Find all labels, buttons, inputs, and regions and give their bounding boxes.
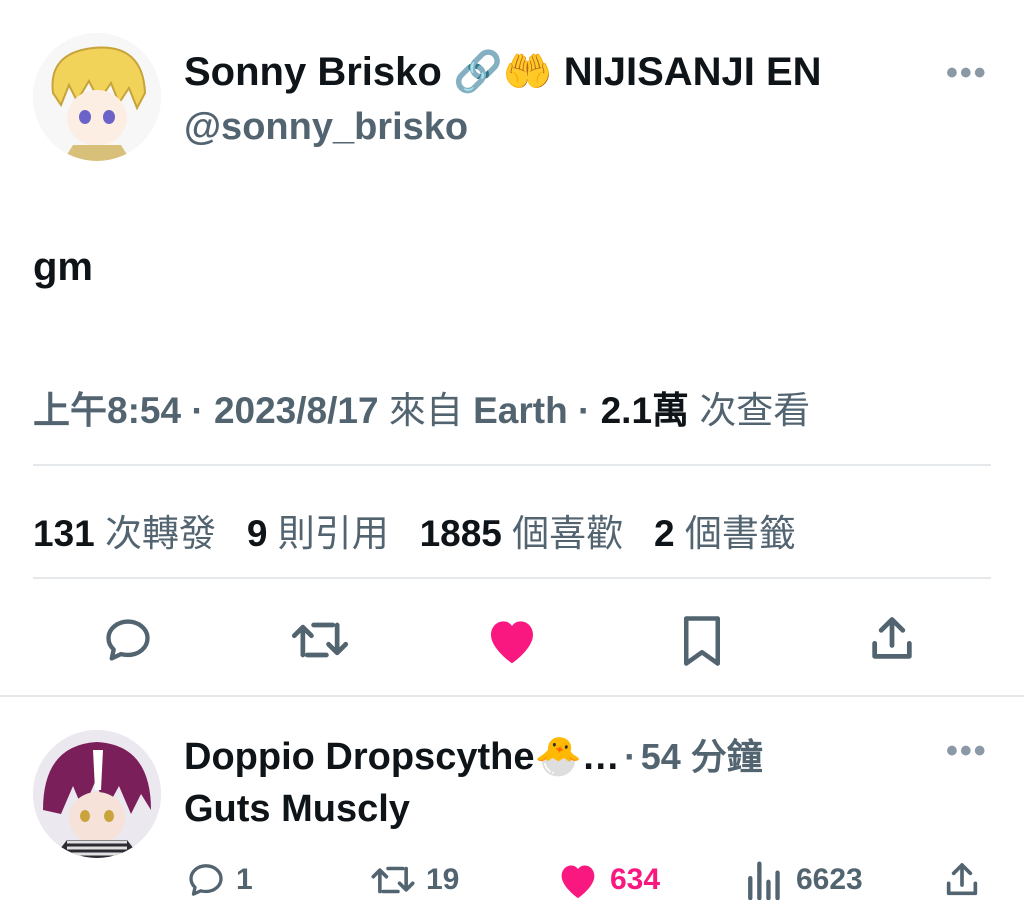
divider [33,464,991,466]
bookmark-icon[interactable] [680,614,724,668]
author-affiliation: NIJISANJI EN [563,50,822,94]
like-count: 634 [610,863,661,896]
likes-stat[interactable]: 1885 個喜歡 [420,513,624,554]
retweet-icon [370,860,416,900]
views-label: 次查看 [699,390,811,431]
reply-more-options-icon[interactable]: ••• [946,732,988,771]
share-icon[interactable] [866,612,918,666]
link-badge-icon: 🔗 [452,50,503,94]
reply-text: Guts Muscly [184,788,410,830]
meta-separator: · [191,390,204,431]
reply-like-action[interactable]: 634 [556,860,660,900]
reply-icon [186,860,226,900]
author-handle[interactable]: @sonny_brisko [184,106,468,149]
reply-time[interactable]: 54 分鐘 [641,736,763,777]
reply-author-name[interactable]: Doppio Dropscythe🐣… [184,736,620,778]
source-label: 來自 [388,390,463,431]
tweet-stats: 131 次轉發 9 則引用 1885 個喜歡 2 個書籤 [33,503,796,557]
hands-badge-icon: 🤲 [502,50,553,94]
divider [33,577,991,579]
reply-separator: · [624,736,637,777]
retweets-stat[interactable]: 131 次轉發 [33,513,216,554]
share-icon[interactable] [942,860,982,900]
reply-views-action[interactable]: 6623 [744,860,863,900]
author-avatar[interactable] [33,33,161,161]
reply-icon[interactable] [102,614,154,666]
tweet-text: gm [33,245,93,289]
retweet-count: 19 [426,863,460,896]
reply-count: 1 [236,863,253,896]
quotes-stat[interactable]: 9 則引用 [247,513,389,554]
retweet-icon[interactable] [290,614,350,666]
bookmarks-stat[interactable]: 2 個書籤 [654,513,796,554]
section-divider [0,695,1024,697]
more-options-icon[interactable]: ••• [946,54,988,93]
view-count: 6623 [796,863,863,896]
views-count: 2.1萬 [600,390,690,431]
author-name-row[interactable]: Sonny Brisko 🔗🤲 NIJISANJI EN [184,48,822,95]
like-icon[interactable] [484,614,540,666]
tweet-meta: 上午8:54 · 2023/8/17 來自 Earth · 2.1萬 次查看 [33,380,810,434]
meta-separator: · [577,390,591,431]
reply-reply-action[interactable]: 1 [186,860,253,900]
views-icon [744,860,782,900]
like-icon [556,860,600,900]
author-name: Sonny Brisko [184,50,442,94]
tweet-date[interactable]: 2023/8/17 [214,390,379,431]
reply-retweet-action[interactable]: 19 [370,860,459,900]
tweet-time[interactable]: 上午8:54 [33,390,181,431]
tweet-source: Earth [473,390,568,431]
reply-header: Doppio Dropscythe🐣… · 54 分鐘 [184,728,763,780]
reply-author-avatar[interactable] [33,730,161,858]
